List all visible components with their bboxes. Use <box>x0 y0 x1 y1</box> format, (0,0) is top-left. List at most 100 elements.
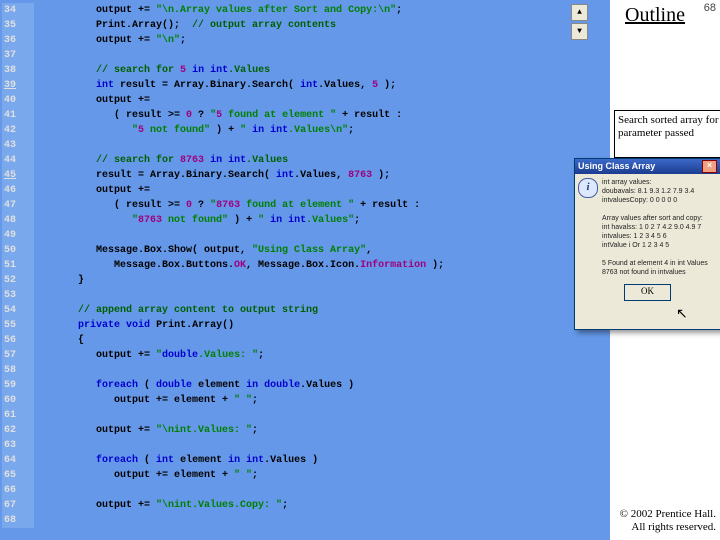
line-number: 37 <box>2 48 34 63</box>
code-line: 67 output += "\nint.Values.Copy: "; <box>2 498 610 513</box>
dialog-titlebar: Using Class Array × <box>575 159 720 174</box>
code-line: 66 <box>2 483 610 498</box>
line-number: 57 <box>2 348 34 363</box>
code-line: 62 output += "\nint.Values: "; <box>2 423 610 438</box>
outline-label: Outline <box>625 4 685 27</box>
code-line: 60 output += element + " "; <box>2 393 610 408</box>
ok-button[interactable]: OK <box>624 284 671 301</box>
code-text: ( result >= 0 ? "5 found at element " + … <box>34 108 402 123</box>
code-line: 38 // search for 5 in int.Values <box>2 63 610 78</box>
line-number: 43 <box>2 138 34 153</box>
line-number: 36 <box>2 33 34 48</box>
code-text <box>34 483 42 498</box>
scroll-up-icon[interactable]: ▲ <box>571 4 588 21</box>
code-line: 55 private void Print.Array() <box>2 318 610 333</box>
code-text <box>34 438 42 453</box>
line-number: 67 <box>2 498 34 513</box>
code-line: 49 <box>2 228 610 243</box>
line-number: 51 <box>2 258 34 273</box>
code-line: 68 <box>2 513 610 528</box>
code-line: 61 <box>2 408 610 423</box>
code-text <box>34 363 42 378</box>
code-line: 63 <box>2 438 610 453</box>
line-number: 46 <box>2 183 34 198</box>
code-line: 56 { <box>2 333 610 348</box>
scroll-down-icon[interactable]: ▼ <box>571 23 588 40</box>
code-line: 64 foreach ( int element in int.Values ) <box>2 453 610 468</box>
scroll-arrows: ▲ ▼ <box>571 4 588 42</box>
dialog-message: int array values:doubavals: 8.1 9.3 1.2 … <box>602 178 708 277</box>
code-line: 57 output += "double.Values: "; <box>2 348 610 363</box>
code-text: Message.Box.Show( output, "Using Class A… <box>34 243 372 258</box>
cursor-icon: ↖ <box>676 306 688 323</box>
line-number: 45 <box>2 168 34 183</box>
code-line: 44 // search for 8763 in int.Values <box>2 153 610 168</box>
code-text: { <box>34 333 84 348</box>
slide-number: 68 <box>704 2 716 14</box>
line-number: 60 <box>2 393 34 408</box>
line-number: 34 <box>2 3 34 18</box>
code-line: 53 <box>2 288 610 303</box>
code-line: 50 Message.Box.Show( output, "Using Clas… <box>2 243 610 258</box>
code-text: "8763 not found" ) + " in int.Values"; <box>34 213 360 228</box>
code-text: int result = Array.Binary.Search( int.Va… <box>34 78 396 93</box>
line-number: 35 <box>2 18 34 33</box>
dialog-body: i int array values:doubavals: 8.1 9.3 1.… <box>575 174 720 279</box>
line-number: 41 <box>2 108 34 123</box>
code-text <box>34 228 42 243</box>
line-number: 62 <box>2 423 34 438</box>
code-text: private void Print.Array() <box>34 318 234 333</box>
line-number: 56 <box>2 333 34 348</box>
code-text: output += "\n.Array values after Sort an… <box>34 3 402 18</box>
close-icon[interactable]: × <box>702 160 717 173</box>
line-number: 68 <box>2 513 34 528</box>
copyright-text: © 2002 Prentice Hall.All rights reserved… <box>620 508 716 534</box>
line-number: 44 <box>2 153 34 168</box>
code-line: 51 Message.Box.Buttons.OK, Message.Box.I… <box>2 258 610 273</box>
code-line: 65 output += element + " "; <box>2 468 610 483</box>
message-box-dialog: Using Class Array × i int array values:d… <box>574 158 720 330</box>
code-text: // search for 5 in int.Values <box>34 63 270 78</box>
code-text <box>34 138 42 153</box>
code-text: foreach ( double element in double.Value… <box>34 378 354 393</box>
line-number: 61 <box>2 408 34 423</box>
line-number: 42 <box>2 123 34 138</box>
code-text <box>34 408 42 423</box>
code-text: output += element + " "; <box>34 468 258 483</box>
code-text: Message.Box.Buttons.OK, Message.Box.Icon… <box>34 258 444 273</box>
code-text: output += <box>34 93 150 108</box>
code-text: // search for 8763 in int.Values <box>34 153 288 168</box>
code-line: 39 int result = Array.Binary.Search( int… <box>2 78 610 93</box>
code-text: Print.Array(); // output array contents <box>34 18 336 33</box>
code-line: 34 output += "\n.Array values after Sort… <box>2 3 610 18</box>
code-text <box>34 513 42 528</box>
code-line: 48 "8763 not found" ) + " in int.Values"… <box>2 213 610 228</box>
code-line: 46 output += <box>2 183 610 198</box>
line-number: 55 <box>2 318 34 333</box>
code-text: foreach ( int element in int.Values ) <box>34 453 318 468</box>
code-area: 34 output += "\n.Array values after Sort… <box>0 0 610 540</box>
line-number: 64 <box>2 453 34 468</box>
line-number: 47 <box>2 198 34 213</box>
code-text: output += element + " "; <box>34 393 258 408</box>
code-text <box>34 48 42 63</box>
code-text: // append array content to output string <box>34 303 318 318</box>
line-number: 58 <box>2 363 34 378</box>
code-text: output += "\nint.Values.Copy: "; <box>34 498 288 513</box>
code-text: output += "double.Values: "; <box>34 348 264 363</box>
code-line: 59 foreach ( double element in double.Va… <box>2 378 610 393</box>
code-line: 36 output += "\n"; <box>2 33 610 48</box>
line-number: 49 <box>2 228 34 243</box>
code-line: 47 ( result >= 0 ? "8763 found at elemen… <box>2 198 610 213</box>
line-number: 65 <box>2 468 34 483</box>
code-line: 42 "5 not found" ) + " in int.Values\n"; <box>2 123 610 138</box>
code-text: result = Array.Binary.Search( int.Values… <box>34 168 390 183</box>
code-line: 40 output += <box>2 93 610 108</box>
annotation-callout: Search sorted array for parameter passed <box>614 110 720 158</box>
code-line: 45 result = Array.Binary.Search( int.Val… <box>2 168 610 183</box>
line-number: 39 <box>2 78 34 93</box>
code-text: output += "\nint.Values: "; <box>34 423 258 438</box>
info-icon: i <box>578 178 598 198</box>
dialog-title-text: Using Class Array <box>578 159 655 174</box>
code-line: 43 <box>2 138 610 153</box>
